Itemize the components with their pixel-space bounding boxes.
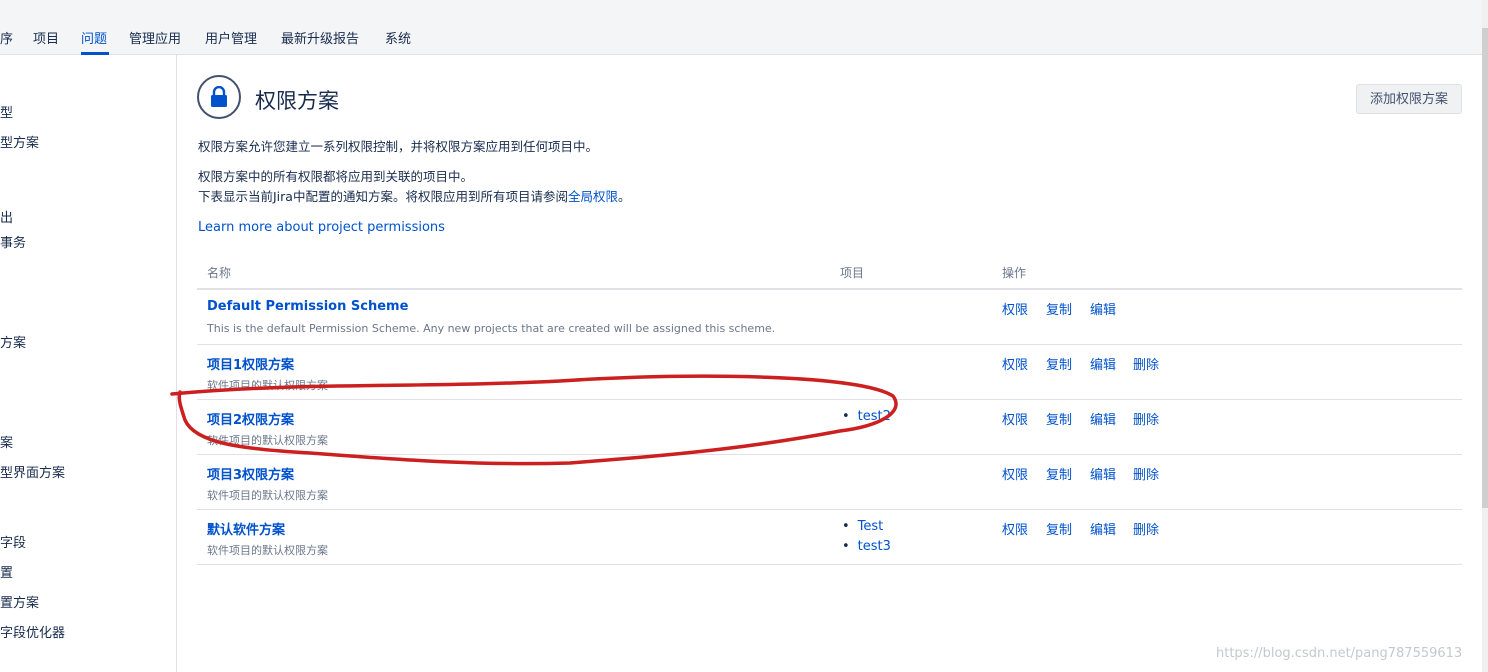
sidebar-item-screen-schemes[interactable]: 型界面方案 <box>0 462 65 481</box>
sidebar: 型 型方案 出 事务 方案 案 型界面方案 字段 置 置方案 字段优化器 <box>0 55 177 672</box>
tab-partial[interactable]: 序 <box>0 28 13 47</box>
copy-link[interactable]: 复制 <box>1046 299 1072 318</box>
table-row: 项目2权限方案 软件项目的默认权限方案 • test2 权限 复制 编辑 删除 <box>197 400 1462 455</box>
project-list-item: • Test <box>842 519 883 534</box>
sidebar-item-field-optimizer[interactable]: 字段优化器 <box>0 622 65 641</box>
column-header-projects: 项目 <box>840 266 865 280</box>
watermark: https://blog.csdn.net/pang787559613 <box>1216 646 1463 661</box>
main-content: 权限方案 添加权限方案 权限方案允许您建立一系列权限控制，并将权限方案应用到任何… <box>177 55 1482 672</box>
page-title: 权限方案 <box>255 89 339 113</box>
project-link[interactable]: test2 <box>858 409 891 424</box>
sidebar-item-config[interactable]: 置 <box>0 562 13 581</box>
permission-scheme-avatar <box>197 75 241 119</box>
vertical-scrollbar[interactable] <box>1482 0 1488 672</box>
copy-link[interactable]: 复制 <box>1046 354 1072 373</box>
edit-link[interactable]: 编辑 <box>1090 464 1116 483</box>
table-row: 项目1权限方案 软件项目的默认权限方案 权限 复制 编辑 删除 <box>197 345 1462 400</box>
tab-system[interactable]: 系统 <box>385 28 411 47</box>
global-permissions-link[interactable]: 全局权限 <box>568 189 618 204</box>
sidebar-item-type-schemes[interactable]: 型方案 <box>0 132 39 151</box>
permissions-link[interactable]: 权限 <box>1002 409 1028 428</box>
scrollbar-thumb[interactable] <box>1482 28 1488 508</box>
sidebar-item-scheme[interactable]: 案 <box>0 432 13 451</box>
scheme-description: 软件项目的默认权限方案 <box>207 434 328 447</box>
sidebar-item-transactions[interactable]: 事务 <box>0 232 26 251</box>
permissions-link[interactable]: 权限 <box>1002 519 1028 538</box>
copy-link[interactable]: 复制 <box>1046 464 1072 483</box>
learn-more-link[interactable]: Learn more about project permissions <box>198 220 445 235</box>
table-row: 项目3权限方案 软件项目的默认权限方案 权限 复制 编辑 删除 <box>197 455 1462 510</box>
permissions-link[interactable]: 权限 <box>1002 464 1028 483</box>
copy-link[interactable]: 复制 <box>1046 409 1072 428</box>
sidebar-item-fields[interactable]: 字段 <box>0 532 26 551</box>
edit-link[interactable]: 编辑 <box>1090 299 1116 318</box>
add-permission-scheme-button[interactable]: 添加权限方案 <box>1356 84 1462 114</box>
lock-icon <box>211 86 227 107</box>
project-link[interactable]: Test <box>858 519 884 534</box>
delete-link[interactable]: 删除 <box>1133 409 1159 428</box>
permissions-link[interactable]: 权限 <box>1002 299 1028 318</box>
bullet: • <box>842 539 850 554</box>
scheme-description: 软件项目的默认权限方案 <box>207 489 328 502</box>
project-list-item: • test2 <box>842 409 891 424</box>
desc3-suffix: 。 <box>617 189 631 204</box>
sidebar-item-out[interactable]: 出 <box>0 207 13 226</box>
table-header: 名称 项目 操作 <box>197 255 1462 290</box>
column-header-name: 名称 <box>207 266 232 280</box>
tab-issues[interactable]: 问题 <box>81 28 107 47</box>
scheme-name-link[interactable]: 项目1权限方案 <box>207 354 294 373</box>
copy-link[interactable]: 复制 <box>1046 519 1072 538</box>
tab-manage-apps[interactable]: 管理应用 <box>129 28 181 47</box>
bullet: • <box>842 409 850 424</box>
edit-link[interactable]: 编辑 <box>1090 519 1116 538</box>
page-description-2: 权限方案中的所有权限都将应用到关联的项目中。 <box>198 169 474 184</box>
column-header-actions: 操作 <box>1002 266 1027 280</box>
project-link[interactable]: test3 <box>858 539 891 554</box>
permissions-link[interactable]: 权限 <box>1002 354 1028 373</box>
bullet: • <box>842 519 850 534</box>
delete-link[interactable]: 删除 <box>1133 519 1159 538</box>
page-description-3: 下表显示当前Jira中配置的通知方案。将权限应用到所有项目请参阅全局权限。 <box>198 186 631 205</box>
scheme-name-link[interactable]: 项目3权限方案 <box>207 464 294 483</box>
table-row: Default Permission Scheme This is the de… <box>197 290 1462 345</box>
sidebar-item-schemes[interactable]: 方案 <box>0 332 26 351</box>
delete-link[interactable]: 删除 <box>1133 354 1159 373</box>
page-description: 权限方案允许您建立一系列权限控制，并将权限方案应用到任何项目中。 <box>198 139 599 154</box>
edit-link[interactable]: 编辑 <box>1090 354 1116 373</box>
scheme-name-link[interactable]: Default Permission Scheme <box>207 299 408 314</box>
tab-projects[interactable]: 项目 <box>33 28 59 47</box>
scheme-description: 软件项目的默认权限方案 <box>207 544 328 557</box>
sidebar-item-config-schemes[interactable]: 置方案 <box>0 592 39 611</box>
edit-link[interactable]: 编辑 <box>1090 409 1116 428</box>
scheme-name-link[interactable]: 项目2权限方案 <box>207 409 294 428</box>
scheme-description: This is the default Permission Scheme. A… <box>207 322 776 335</box>
sidebar-item-types[interactable]: 型 <box>0 102 13 121</box>
tab-upgrade-report[interactable]: 最新升级报告 <box>281 28 359 47</box>
scheme-name-link[interactable]: 默认软件方案 <box>207 519 285 538</box>
delete-link[interactable]: 删除 <box>1133 464 1159 483</box>
top-navigation: 序 项目 问题 管理应用 用户管理 最新升级报告 系统 <box>0 0 1482 55</box>
table-row: 默认软件方案 软件项目的默认权限方案 • Test • test3 权限 复制 编辑… <box>197 510 1462 565</box>
scheme-description: 软件项目的默认权限方案 <box>207 379 328 392</box>
project-list-item: • test3 <box>842 539 891 554</box>
desc3-text: 下表显示当前Jira中配置的通知方案。将权限应用到所有项目请参阅 <box>198 189 568 204</box>
tab-user-management[interactable]: 用户管理 <box>205 28 257 47</box>
